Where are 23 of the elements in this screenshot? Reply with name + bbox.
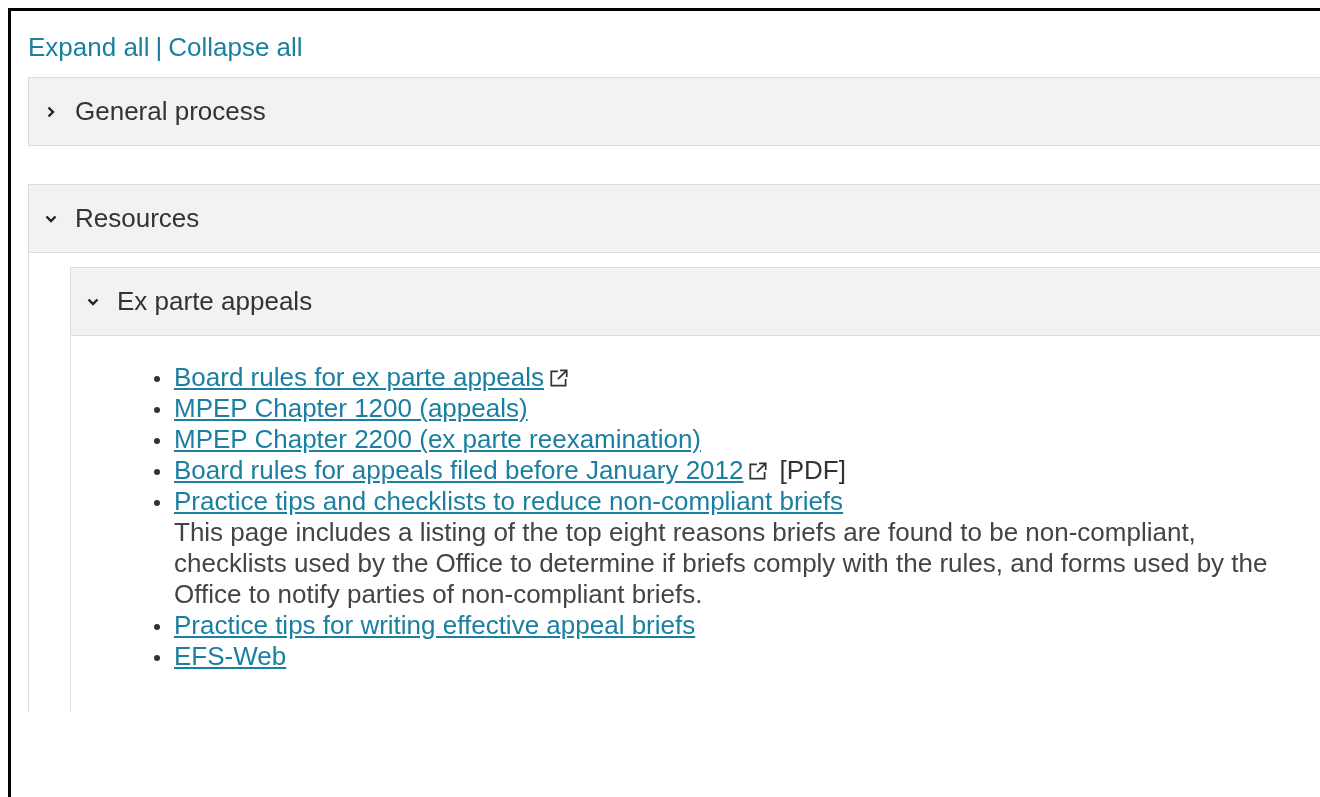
bullet-icon <box>154 624 160 630</box>
bullet-icon <box>154 469 160 475</box>
bullet-icon <box>154 407 160 413</box>
resource-link[interactable]: Practice tips and checklists to reduce non-compliant briefs <box>174 486 844 517</box>
bullet-icon <box>154 500 160 506</box>
resource-link[interactable]: MPEP Chapter 1200 (appeals) <box>174 393 528 424</box>
bullet-icon <box>154 376 160 382</box>
separator: | <box>155 31 163 63</box>
accordion-header[interactable]: General process <box>28 77 1320 146</box>
resource-link[interactable]: MPEP Chapter 2200 (ex parte reexamination) <box>174 424 702 455</box>
link-description: This page includes a listing of the top eight reasons briefs are found to be non-compliant, checklists used by the Office to determine if briefs comply with the rules, and forms used by the Office to notify parties of non-compliant briefs. <box>174 517 1269 610</box>
bullet-icon <box>154 438 160 444</box>
resource-link[interactable]: Board rules for ex parte appeals <box>174 362 544 393</box>
chevron-right-icon <box>45 105 57 118</box>
resource-link[interactable]: EFS-Web <box>174 641 287 672</box>
accordion-header[interactable]: Ex parte appeals <box>70 267 1320 336</box>
collapse-all-link[interactable]: Collapse all <box>168 31 303 63</box>
bullet-icon <box>154 655 160 661</box>
resource-link[interactable]: Board rules for appeals filed before January 2012 <box>174 455 744 486</box>
file-type-label: [PDF] <box>779 455 846 486</box>
accordion-header[interactable]: Resources <box>28 184 1320 253</box>
expand-all-link[interactable]: Expand all <box>28 31 150 63</box>
resource-link[interactable]: Practice tips for writing effective appeal briefs <box>174 610 696 641</box>
